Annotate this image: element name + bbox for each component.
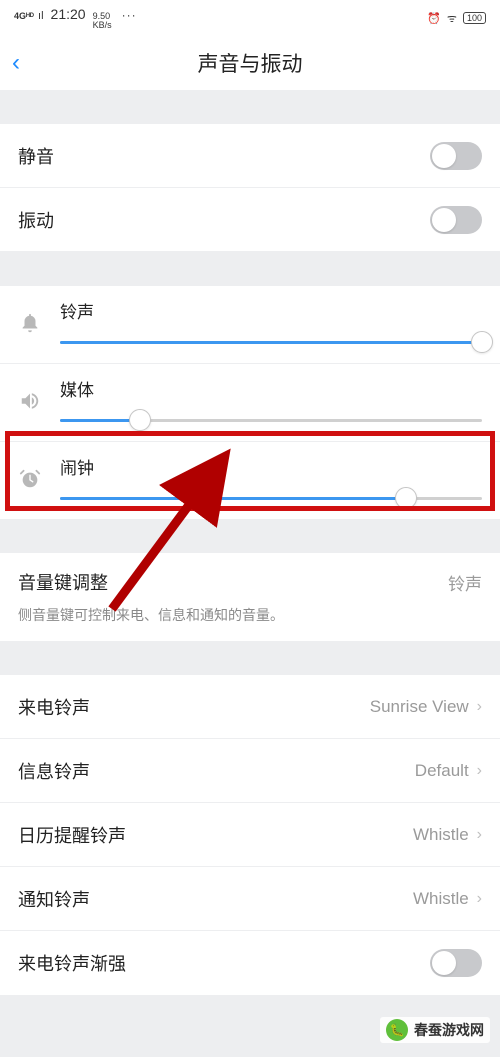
call-ringtone-value: Sunrise View: [370, 697, 469, 717]
mute-label: 静音: [18, 143, 54, 169]
message-ringtone-row[interactable]: 信息铃声 Default ›: [0, 739, 500, 803]
network-indicator: 4Gᴴᴰ: [14, 11, 34, 21]
media-slider[interactable]: [60, 411, 482, 429]
call-ringtone-label: 来电铃声: [18, 694, 90, 720]
alarm-slider[interactable]: [60, 489, 482, 507]
media-label: 媒体: [60, 376, 482, 401]
message-ringtone-value: Default: [415, 761, 469, 781]
mute-row[interactable]: 静音: [0, 124, 500, 188]
net-speed: 9.50KB/s: [93, 12, 112, 30]
page-header: ‹ 声音与振动: [0, 36, 500, 90]
calendar-ringtone-row[interactable]: 日历提醒铃声 Whistle ›: [0, 803, 500, 867]
notification-ringtone-row[interactable]: 通知铃声 Whistle ›: [0, 867, 500, 931]
ringtone-volume-row: 铃声: [0, 286, 500, 364]
alarm-volume-row: 闹钟: [0, 442, 500, 519]
ringtone-fadein-label: 来电铃声渐强: [18, 950, 126, 976]
notification-ringtone-label: 通知铃声: [18, 886, 90, 912]
more-icon: ···: [122, 8, 137, 22]
watermark: 🐛 春蚕游戏网: [380, 1017, 490, 1043]
wifi-icon: ᯤ: [447, 11, 457, 26]
message-ringtone-label: 信息铃声: [18, 758, 90, 784]
mute-toggle[interactable]: [430, 142, 482, 170]
ringtone-fadein-toggle[interactable]: [430, 949, 482, 977]
call-ringtone-row[interactable]: 来电铃声 Sunrise View ›: [0, 675, 500, 739]
notification-ringtone-value: Whistle: [413, 889, 469, 909]
volume-key-row[interactable]: 音量键调整 铃声 侧音量键可控制来电、信息和通知的音量。: [0, 553, 500, 641]
clock-icon: [14, 468, 46, 490]
calendar-ringtone-value: Whistle: [413, 825, 469, 845]
chevron-right-icon: ›: [477, 762, 482, 780]
alarm-label: 闹钟: [60, 454, 482, 479]
ringtone-label: 铃声: [60, 298, 482, 323]
chevron-right-icon: ›: [477, 826, 482, 844]
vibrate-label: 振动: [18, 207, 54, 233]
page-title: 声音与振动: [198, 48, 303, 78]
chevron-right-icon: ›: [477, 890, 482, 908]
media-volume-row: 媒体: [0, 364, 500, 442]
volume-key-label: 音量键调整: [18, 569, 108, 595]
vibrate-row[interactable]: 振动: [0, 188, 500, 252]
speaker-icon: [14, 390, 46, 412]
calendar-ringtone-label: 日历提醒铃声: [18, 822, 126, 848]
chevron-right-icon: ›: [477, 698, 482, 716]
bell-icon: [14, 312, 46, 334]
status-bar: 4Gᴴᴰ ıl 21:20 9.50KB/s ··· ⏰ ᯤ 100: [0, 0, 500, 36]
signal-icon: ıl: [38, 10, 44, 22]
ringtone-fadein-row[interactable]: 来电铃声渐强: [0, 931, 500, 995]
alarm-status-icon: ⏰: [427, 12, 441, 25]
ringtone-slider[interactable]: [60, 333, 482, 351]
battery-indicator: 100: [463, 12, 486, 24]
back-button[interactable]: ‹: [12, 49, 20, 77]
watermark-text: 春蚕游戏网: [414, 1020, 484, 1040]
vibrate-toggle[interactable]: [430, 206, 482, 234]
volume-key-desc: 侧音量键可控制来电、信息和通知的音量。: [18, 605, 482, 635]
status-time: 21:20: [51, 6, 86, 22]
volume-key-value: 铃声: [448, 570, 482, 595]
watermark-icon: 🐛: [386, 1019, 408, 1041]
